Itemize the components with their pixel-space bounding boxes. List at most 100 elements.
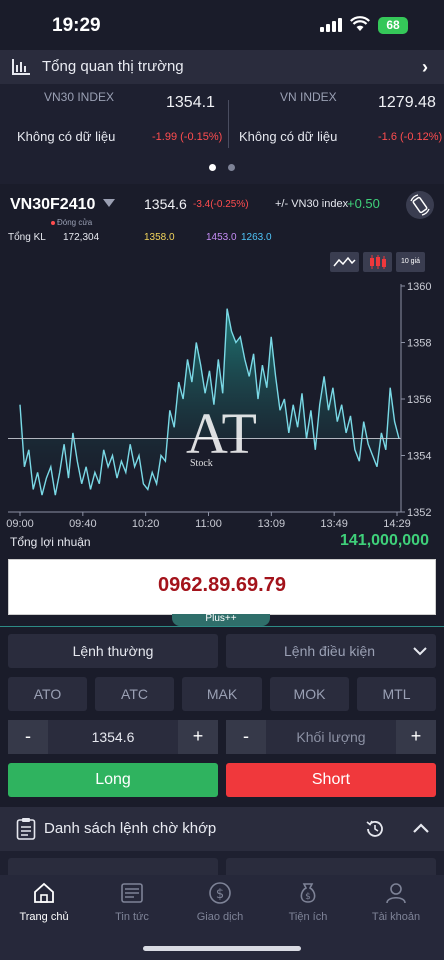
price-increase-button[interactable]: + [178,720,218,754]
vn30-index-value: 1354.1 [166,94,215,111]
nav-account[interactable]: Tài khoản [352,875,440,935]
price-stepper: - 1354.6 + [8,720,218,754]
nav-label: Tài khoản [371,911,421,923]
page-dot[interactable] [228,164,235,171]
rotate-icon [410,194,430,216]
order-type-mak[interactable]: MAK [182,677,262,711]
account-icon [386,883,406,904]
price-input[interactable]: 1354.6 [48,720,178,754]
y-tick-label: 1358 [407,338,431,350]
ten-price-button[interactable]: 10 giá [396,252,425,272]
market-overview-title: Tổng quan thị trường [42,58,184,75]
tab-normal-order[interactable]: Lệnh thường [8,634,218,668]
order-type-mtl[interactable]: MTL [357,677,436,711]
quantity-decrease-button[interactable]: - [226,720,266,754]
tab-conditional-label: Lệnh điều kiện [284,643,376,659]
nav-utility[interactable]: $ Tiện ích [264,875,352,935]
watermark-logo: AT [186,401,257,466]
x-tick-label: 09:00 [6,518,34,530]
chevron-down-icon[interactable] [412,645,428,657]
short-button[interactable]: Short [226,763,436,797]
level-value: 1358.0 [144,232,175,243]
utility-icon: $ [300,883,316,903]
home-indicator [143,946,301,951]
x-tick-label: 14:29 [383,518,411,530]
market-overview-bar[interactable]: Tổng quan thị trường › [0,50,444,84]
contract-change: -3.4(-0.25%) [193,199,249,210]
order-type-ato[interactable]: ATO [8,677,87,711]
volume-value: 172,304 [63,232,100,243]
pending-tab[interactable] [8,858,218,876]
plus-tab[interactable]: Plus++ [172,614,270,626]
order-type-atc[interactable]: ATC [95,677,174,711]
vn30-index-name: VN30 INDEX [44,90,115,104]
volume-label: Tổng KL [8,232,46,243]
news-icon [121,883,143,903]
x-tick-label: 09:40 [69,518,97,530]
chevron-up-icon[interactable] [411,821,431,835]
x-tick-label: 11:00 [195,518,222,530]
contract-price: 1354.6 [144,196,187,212]
basis-label: +/- VN30 index [275,198,349,210]
nav-label: Tin tức [115,911,149,923]
y-tick-label: 1354 [407,451,431,463]
home-icon [34,882,54,903]
price-chart[interactable]: AT Stock 13601358135613541352 09:00 09:40… [0,276,444,534]
order-type-mok[interactable]: MOK [270,677,349,711]
clipboard-icon [16,818,36,840]
nav-news[interactable]: Tin tức [88,875,176,935]
contract-symbol[interactable]: VN30F2410 [10,196,95,214]
status-bar: 19:29 68 [0,0,444,50]
pending-orders-bar[interactable]: Danh sách lệnh chờ khớp [0,807,444,851]
vnindex-value: 1279.48 [378,94,436,111]
candlestick-icon [370,255,386,269]
line-chart-button[interactable] [330,252,359,272]
long-button[interactable]: Long [8,763,218,797]
nav-home[interactable]: Trang chủ [0,875,88,935]
svg-text:$: $ [216,887,224,902]
pending-tab[interactable] [226,858,436,876]
rotate-screen-button[interactable] [406,191,434,219]
status-time: 19:29 [52,15,101,36]
svg-text:$: $ [305,892,311,902]
quantity-input[interactable]: Khối lượng [266,720,396,754]
nav-label: Trang chủ [19,911,69,923]
watermark-sub: Stock [190,458,213,469]
signal-icon [320,18,342,32]
vnindex-change: -1.6 (-0.12%) [378,131,443,143]
candlestick-button[interactable] [363,252,392,272]
vn30-index-change: -1.99 (-0.15%) [152,131,223,143]
x-tick-label: 13:09 [258,518,286,530]
caret-down-icon[interactable] [103,199,115,207]
history-icon[interactable] [364,818,386,840]
price-decrease-button[interactable]: - [8,720,48,754]
y-tick-label: 1356 [407,394,431,406]
x-tick-label: 10:20 [132,518,160,530]
market-status: Đóng cửa [50,218,93,227]
y-tick-label: 1360 [407,281,431,293]
phone-number: 0962.89.69.79 [158,574,286,596]
battery-icon: 68 [378,17,408,34]
basis-value: +0.50 [347,196,380,211]
index-divider [228,100,229,148]
level-value: 1263.0 [241,232,272,243]
chevron-right-icon[interactable]: › [422,57,428,78]
vnindex-no-data: Không có dữ liệu [239,129,338,144]
x-tick-label: 13:49 [320,518,348,530]
tab-conditional-order[interactable]: Lệnh điều kiện [226,634,436,668]
vn30-no-data: Không có dữ liệu [17,129,116,144]
page-dot-active[interactable] [209,164,216,171]
nav-trade[interactable]: $ Giao dịch [176,875,264,935]
wifi-icon [350,16,370,31]
total-profit-value: 141,000,000 [340,532,429,549]
level-value: 1453.0 [206,232,237,243]
vnindex-name: VN INDEX [280,90,337,104]
total-profit-label: Tổng lợi nhuận [10,535,91,549]
nav-label: Tiện ích [288,911,328,923]
nav-label: Giao dịch [196,911,244,923]
phone-banner[interactable]: 0962.89.69.79 [8,559,436,615]
trade-icon: $ [209,882,231,904]
bar-chart-icon [12,59,30,75]
quantity-increase-button[interactable]: + [396,720,436,754]
pending-orders-title: Danh sách lệnh chờ khớp [44,820,217,837]
